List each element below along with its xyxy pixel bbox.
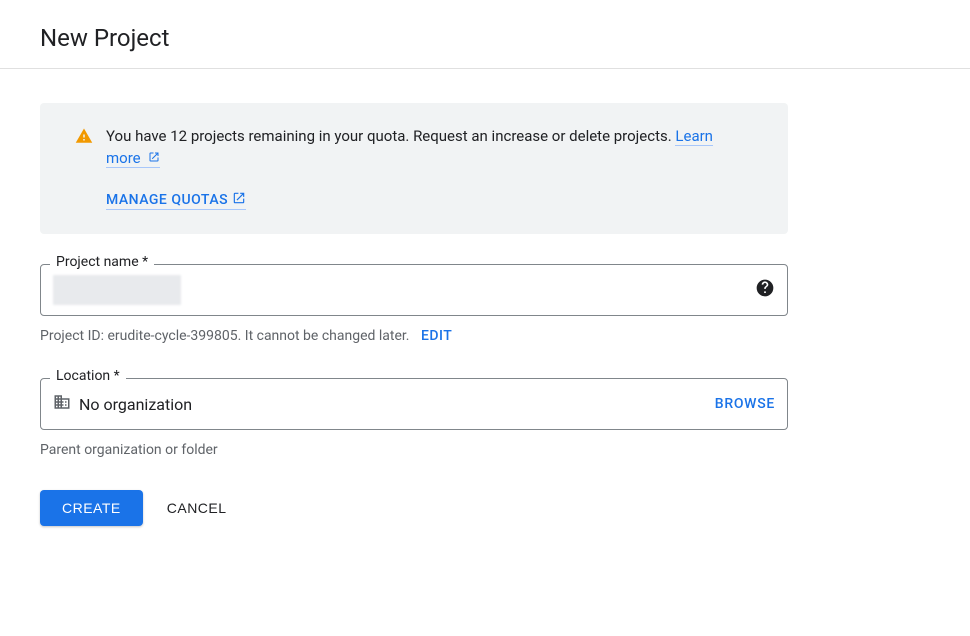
manage-quotas-label: MANAGE QUOTAS xyxy=(106,192,228,208)
project-name-label: Project name * xyxy=(50,254,154,270)
warning-icon xyxy=(62,125,106,145)
project-id-helper: Project ID: erudite-cycle-399805. It can… xyxy=(40,328,788,344)
organization-icon xyxy=(53,393,71,415)
browse-button[interactable]: BROWSE xyxy=(715,396,775,412)
new-project-page: New Project You have 12 projects remaini… xyxy=(0,0,970,526)
page-title: New Project xyxy=(40,24,930,52)
project-name-value-redacted xyxy=(53,275,181,305)
location-field: Location * No organization BROWSE Parent… xyxy=(40,378,788,458)
project-id-suffix: . It cannot be changed later. xyxy=(238,328,410,344)
form-content: You have 12 projects remaining in your q… xyxy=(40,69,788,526)
location-value: No organization xyxy=(79,395,192,414)
quota-text: You have 12 projects remaining in your q… xyxy=(106,125,766,210)
project-id-value: erudite-cycle-399805 xyxy=(107,328,237,344)
project-name-field: Project name * Project ID: erudite-cycle… xyxy=(40,264,788,344)
quota-notice: You have 12 projects remaining in your q… xyxy=(40,103,788,234)
external-link-icon xyxy=(232,191,246,209)
location-input[interactable]: No organization BROWSE xyxy=(40,378,788,430)
external-link-icon xyxy=(148,149,160,167)
quota-message: You have 12 projects remaining in your q… xyxy=(106,125,746,169)
quota-message-text: You have 12 projects remaining in your q… xyxy=(106,127,675,145)
manage-quotas-link[interactable]: MANAGE QUOTAS xyxy=(106,191,246,210)
edit-project-id-link[interactable]: EDIT xyxy=(421,328,452,344)
help-icon[interactable] xyxy=(755,278,775,302)
cancel-button[interactable]: CANCEL xyxy=(167,500,227,516)
button-row: CREATE CANCEL xyxy=(40,490,788,526)
location-label: Location * xyxy=(50,368,126,384)
project-name-input[interactable] xyxy=(40,264,788,316)
project-id-prefix: Project ID: xyxy=(40,328,107,344)
create-button[interactable]: CREATE xyxy=(40,490,143,526)
location-helper: Parent organization or folder xyxy=(40,442,788,458)
